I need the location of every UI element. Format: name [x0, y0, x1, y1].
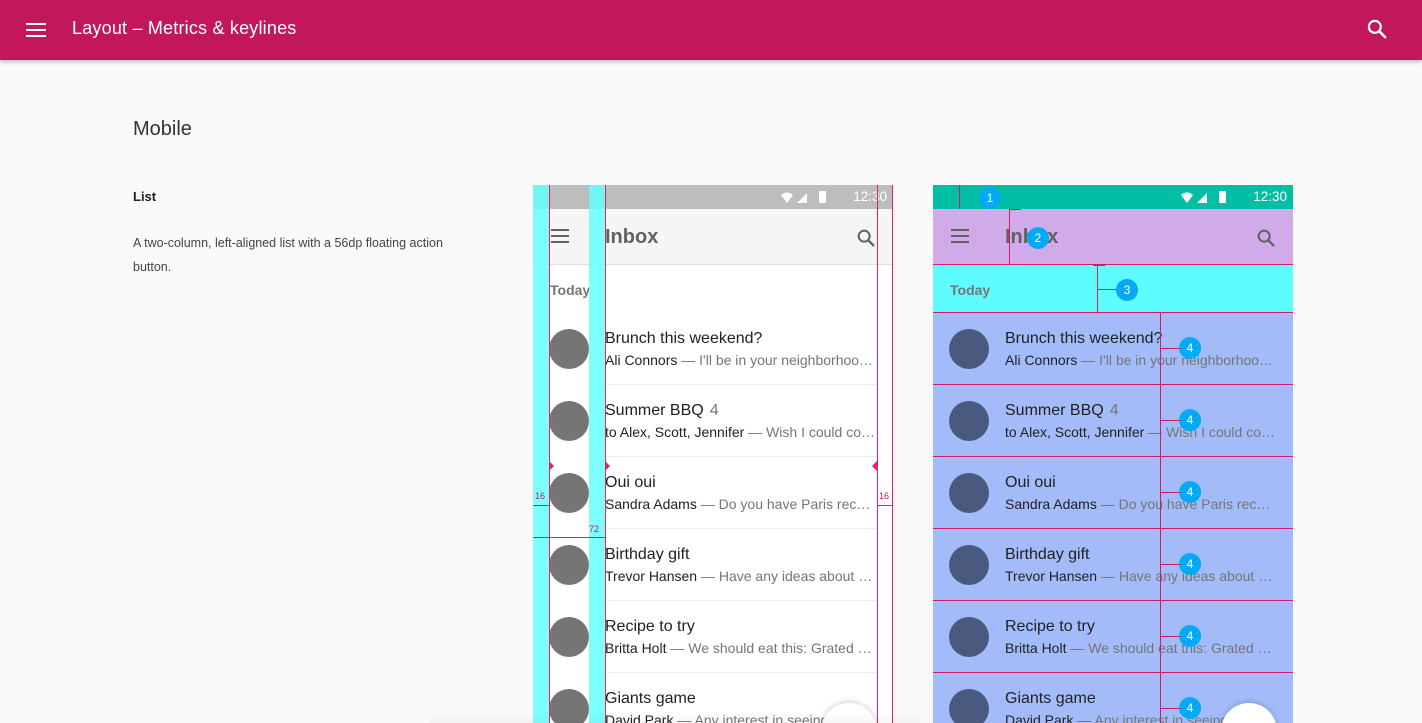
item-subtitle: Trevor Hansen — Have any ideas about wha…	[1005, 568, 1277, 584]
toolbar: Inbox	[933, 209, 1293, 265]
list-item[interactable]: Oui oui Sandra Adams — Do you have Paris …	[533, 457, 893, 529]
avatar	[949, 473, 989, 513]
item-title: Recipe to try	[605, 618, 695, 635]
list-subheader: Today	[933, 265, 1293, 313]
toolbar: Inbox	[533, 209, 893, 265]
list-item[interactable]: Recipe to try Britta Holt — We should eat…	[933, 601, 1293, 673]
app-bar: Layout – Metrics & keylines	[0, 0, 1422, 60]
item-title: Brunch this weekend?	[1005, 330, 1163, 347]
item-title: Giants game	[605, 690, 696, 707]
item-subtitle: Ali Connors — I'll be in your neighborho…	[605, 352, 877, 368]
list-item[interactable]: Summer BBQ 4 to Alex, Scott, Jennifer — Wi…	[933, 385, 1293, 457]
section-title: Mobile	[133, 118, 192, 140]
phone-keylines-mockup: 12:30 Inbox Today Brunch this weekend? Al…	[533, 185, 893, 723]
menu-icon[interactable]	[551, 229, 571, 245]
item-title: Birthday gift	[605, 546, 690, 563]
item-subtitle: Britta Holt — We should eat this: Grated…	[605, 640, 877, 656]
item-title: Birthday gift	[1005, 546, 1090, 563]
avatar	[549, 617, 589, 657]
page-title: Layout – Metrics & keylines	[72, 18, 297, 38]
list-item[interactable]: Brunch this weekend? Ali Connors — I'll b…	[533, 313, 893, 385]
item-subtitle: Sandra Adams — Do you have Paris recomme…	[605, 496, 877, 512]
status-bar: 12:30	[533, 185, 893, 209]
avatar	[949, 689, 989, 723]
list-item[interactable]: Summer BBQ 4 to Alex, Scott, Jennifer — Wi…	[533, 385, 893, 457]
item-title: Summer BBQ 4	[605, 402, 719, 419]
avatar	[949, 401, 989, 441]
list-item[interactable]: Recipe to try Britta Holt — We should eat…	[533, 601, 893, 673]
avatar	[549, 473, 589, 513]
bottom-shadow	[430, 712, 920, 723]
list-subheader: Today	[533, 265, 893, 313]
search-icon[interactable]	[1364, 16, 1390, 42]
item-subtitle: to Alex, Scott, Jennifer — Wish I could …	[1005, 424, 1277, 440]
avatar	[949, 617, 989, 657]
phone-spec-mockup: 12:30 Inbox Today Brunch this weekend? Al…	[933, 185, 1293, 723]
avatar	[949, 329, 989, 369]
list-item[interactable]: Brunch this weekend? Ali Connors — I'll b…	[933, 313, 1293, 385]
status-time: 12:30	[1253, 189, 1287, 204]
item-title: Giants game	[1005, 690, 1096, 707]
item-title: Oui oui	[605, 474, 656, 491]
search-icon[interactable]	[855, 227, 877, 249]
item-title: Oui oui	[1005, 474, 1056, 491]
subheader-label: Today	[950, 282, 991, 298]
avatar	[549, 545, 589, 585]
toolbar-title: Inbox	[605, 226, 659, 248]
item-title: Summer BBQ 4	[1005, 402, 1119, 419]
item-title: Brunch this weekend?	[605, 330, 763, 347]
avatar	[549, 401, 589, 441]
list-item[interactable]: Birthday gift Trevor Hansen — Have any id…	[533, 529, 893, 601]
menu-icon[interactable]	[951, 229, 971, 245]
avatar	[949, 545, 989, 585]
item-title: Recipe to try	[1005, 618, 1095, 635]
item-subtitle: Britta Holt — We should eat this: Grated…	[1005, 640, 1277, 656]
subheader-label: Today	[550, 282, 591, 298]
section-description: A two-column, left-aligned list with a 5…	[133, 236, 443, 274]
list-item[interactable]: Birthday gift Trevor Hansen — Have any id…	[933, 529, 1293, 601]
item-subtitle: Ali Connors — I'll be in your neighborho…	[1005, 352, 1277, 368]
status-bar: 12:30	[933, 185, 1293, 209]
menu-icon[interactable]	[22, 16, 50, 44]
subsection-title: List	[133, 189, 157, 204]
list-item[interactable]: Oui oui Sandra Adams — Do you have Paris …	[933, 457, 1293, 529]
status-icons	[781, 191, 826, 203]
item-subtitle: to Alex, Scott, Jennifer — Wish I could …	[605, 424, 877, 440]
avatar	[549, 329, 589, 369]
status-icons	[1181, 191, 1226, 203]
search-icon[interactable]	[1255, 227, 1277, 249]
item-subtitle: Trevor Hansen — Have any ideas about wha…	[605, 568, 877, 584]
toolbar-title: Inbox	[1005, 226, 1059, 248]
item-subtitle: Sandra Adams — Do you have Paris recomme…	[1005, 496, 1277, 512]
status-time: 12:30	[853, 189, 887, 204]
